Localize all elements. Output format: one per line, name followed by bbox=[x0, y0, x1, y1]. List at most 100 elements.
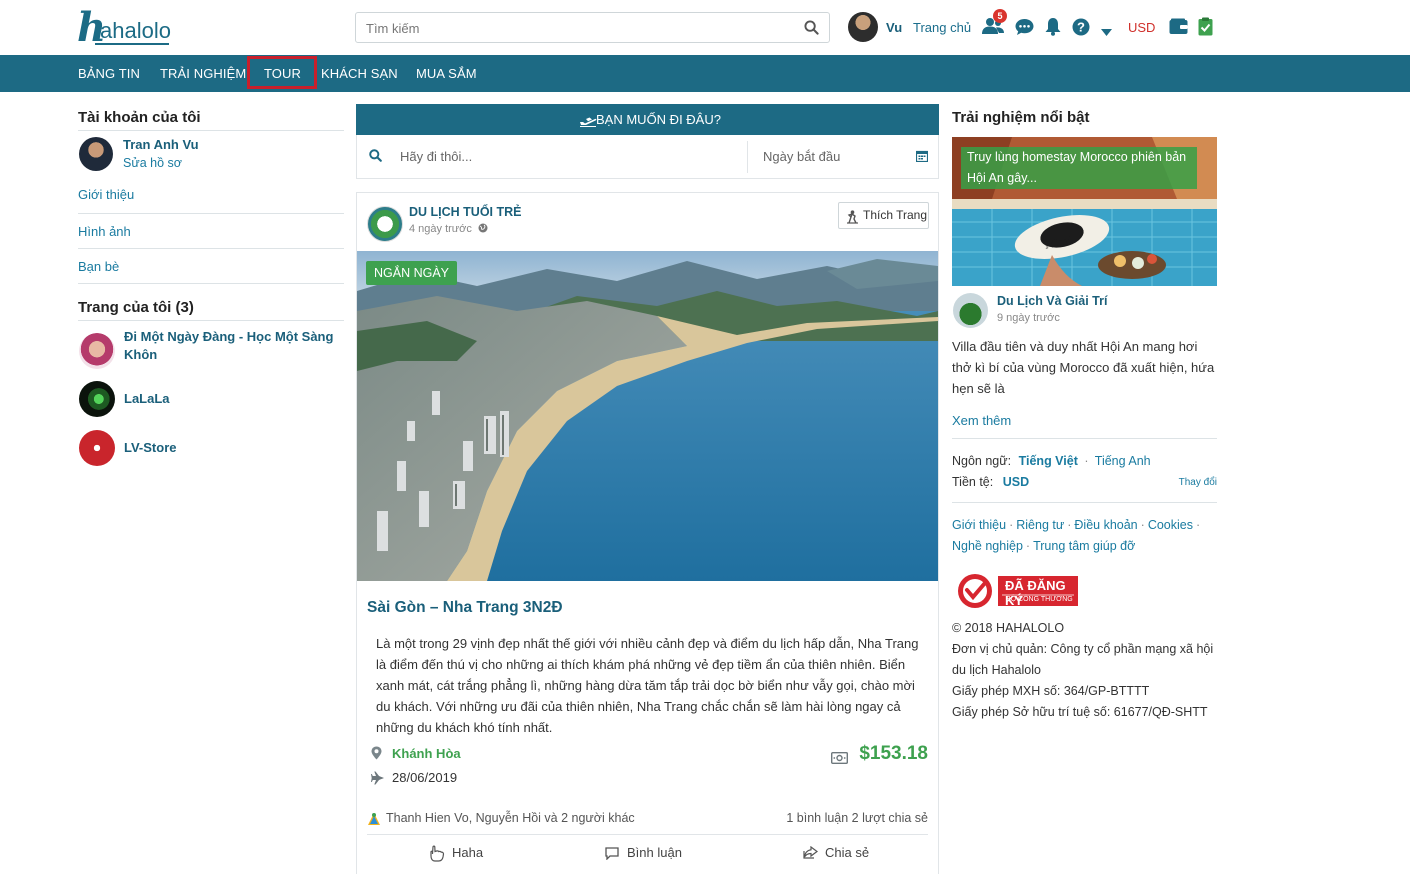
haha-button[interactable]: Haha bbox=[430, 845, 483, 862]
destination-input[interactable]: Hãy đi thôi... bbox=[400, 149, 472, 164]
post-author-avatar[interactable] bbox=[367, 206, 403, 242]
currency-selector[interactable]: USD bbox=[1128, 20, 1155, 35]
notification-bell-icon[interactable] bbox=[1045, 17, 1061, 39]
tour-title[interactable]: Sài Gòn – Nha Trang 3N2Đ bbox=[367, 599, 563, 617]
nav-mua-sam[interactable]: MUA SẮM bbox=[416, 66, 477, 81]
destination-header: BẠN MUỐN ĐI ĐÂU? bbox=[356, 104, 939, 135]
registered-badge[interactable]: ĐÃ ĐĂNG KÝ BỘ CÔNG THƯƠNG bbox=[956, 573, 1080, 609]
page-name[interactable]: LaLaLa bbox=[124, 390, 170, 408]
page-item[interactable]: LV-Store bbox=[78, 424, 344, 473]
edit-profile-link[interactable]: Sửa hồ sơ bbox=[123, 156, 182, 170]
my-pages-title: Trang của tôi (3) bbox=[78, 299, 194, 316]
search-icon[interactable] bbox=[369, 149, 382, 165]
page-avatar[interactable] bbox=[79, 333, 115, 369]
main-nav: BẢNG TIN TRẢI NGHIỆM TOUR KHÁCH SẠN MUA … bbox=[0, 55, 1410, 92]
share-button[interactable]: Chia sẻ bbox=[803, 845, 869, 860]
nav-tour[interactable]: TOUR bbox=[264, 66, 301, 81]
tour-post-card: DU LỊCH TUỔI TRẺ 4 ngày trước Thích Tran… bbox=[356, 192, 939, 874]
home-link[interactable]: Trang chủ bbox=[913, 20, 971, 35]
sidebar-item-hinh-anh[interactable]: Hình ảnh bbox=[78, 214, 344, 249]
search-input[interactable] bbox=[366, 19, 796, 37]
registered-subtext: BỘ CÔNG THƯƠNG bbox=[1006, 596, 1073, 603]
start-date-input[interactable]: Ngày bắt đầu bbox=[763, 149, 840, 164]
tour-cover-image[interactable]: NGẮN NGÀY bbox=[357, 251, 938, 581]
friend-request-badge: 5 bbox=[993, 9, 1007, 23]
profile-name[interactable]: Tran Anh Vu bbox=[123, 137, 199, 152]
tour-location: Khánh Hòa bbox=[371, 746, 461, 761]
left-sidebar: Tài khoản của tôi Tran Anh Vu Sửa hồ sơ … bbox=[78, 104, 344, 473]
nav-trai-nghiem[interactable]: TRẢI NGHIỆM bbox=[160, 66, 246, 81]
search-box bbox=[355, 12, 830, 43]
tour-duration-tag: NGẮN NGÀY bbox=[366, 261, 458, 285]
featured-experience-image[interactable]: Mimi Truy lùng homestay Morocco phiên bả… bbox=[952, 137, 1217, 286]
nav-bang-tin[interactable]: BẢNG TIN bbox=[78, 66, 140, 81]
page-name[interactable]: Đi Một Ngày Đàng - Học Một Sàng bbox=[124, 328, 333, 346]
plane-icon bbox=[371, 771, 385, 788]
destination-header-text: BẠN MUỐN ĐI ĐÂU? bbox=[596, 112, 721, 127]
featured-author-avatar[interactable] bbox=[953, 293, 988, 328]
featured-caption[interactable]: Truy lùng homestay Morocco phiên bản Hội… bbox=[961, 147, 1197, 189]
reactions-summary[interactable]: Thanh Hien Vo, Nguyễn Hồi và 2 người khá… bbox=[367, 811, 635, 825]
footer-link-nghe-nghiep[interactable]: Nghề nghiệp bbox=[952, 539, 1023, 553]
right-sidebar: Trải nghiệm nổi bật Mimi Truy lùng homes… bbox=[952, 104, 1217, 719]
chevron-down-icon[interactable] bbox=[1101, 24, 1112, 39]
help-icon[interactable]: ? bbox=[1072, 18, 1090, 39]
comment-button[interactable]: Bình luận bbox=[605, 845, 682, 861]
footer-link-gioi-thieu[interactable]: Giới thiệu bbox=[952, 518, 1006, 532]
ip-license: Giấy phép Sở hữu trí tuệ số: 61677/QĐ-SH… bbox=[952, 705, 1208, 719]
footer-link-dieu-khoan[interactable]: Điều khoản bbox=[1074, 518, 1137, 532]
like-page-icon bbox=[846, 208, 859, 233]
post-author[interactable]: DU LỊCH TUỔI TRẺ bbox=[409, 205, 522, 219]
nha-trang-bay-photo bbox=[357, 251, 938, 581]
globe-icon bbox=[478, 223, 488, 233]
money-icon bbox=[831, 748, 849, 770]
map-pin-icon bbox=[371, 746, 382, 763]
sidebar-item-ban-be[interactable]: Bạn bè bbox=[78, 249, 344, 284]
top-bar: h ahalolo Vu Trang chủ 5 ? USD bbox=[0, 0, 1410, 55]
page-avatar[interactable] bbox=[79, 381, 115, 417]
like-page-button[interactable]: Thích Trang bbox=[838, 202, 929, 229]
featured-title: Trải nghiệm nổi bật bbox=[952, 109, 1090, 126]
share-icon bbox=[803, 845, 818, 862]
language-vietnamese[interactable]: Tiếng Việt bbox=[1019, 454, 1078, 468]
search-icon[interactable] bbox=[804, 20, 819, 38]
message-icon[interactable] bbox=[1015, 18, 1034, 39]
wallet-icon[interactable] bbox=[1169, 18, 1188, 38]
calendar-icon[interactable] bbox=[915, 150, 929, 165]
currency-row: Tiền tệ: USD bbox=[952, 475, 1030, 489]
hahalolo-logo[interactable]: h ahalolo bbox=[77, 4, 172, 51]
footer-link-cookies[interactable]: Cookies bbox=[1148, 518, 1193, 532]
featured-excerpt: Villa đầu tiên và duy nhất Hội An mang h… bbox=[952, 339, 1215, 396]
user-name[interactable]: Vu bbox=[886, 20, 902, 35]
haha-reaction-icon bbox=[367, 812, 381, 829]
page-avatar[interactable] bbox=[79, 430, 115, 466]
center-column: BẠN MUỐN ĐI ĐÂU? Hãy đi thôi... Ngày bắt… bbox=[356, 104, 939, 874]
plane-takeoff-icon bbox=[580, 117, 597, 127]
see-more-link[interactable]: Xem thêm bbox=[952, 413, 1011, 428]
footer-link-trung-tam[interactable]: Trung tâm giúp đỡ bbox=[1033, 539, 1135, 553]
user-avatar[interactable] bbox=[848, 12, 878, 42]
haha-hand-icon bbox=[430, 845, 445, 865]
profile-card[interactable]: Tran Anh Vu Sửa hồ sơ bbox=[78, 131, 344, 181]
clipboard-check-icon[interactable] bbox=[1198, 17, 1213, 39]
tour-date: 28/06/2019 bbox=[371, 770, 457, 785]
post-stats[interactable]: 1 bình luận 2 lượt chia sẻ bbox=[786, 811, 928, 825]
footer-links: Giới thiệu · Riêng tư · Điều khoản · Cookies · … bbox=[952, 518, 1201, 553]
nav-khach-san[interactable]: KHÁCH SẠN bbox=[321, 66, 398, 81]
page-name-cont[interactable]: Khôn bbox=[124, 346, 157, 364]
post-time: 4 ngày trước bbox=[409, 223, 488, 235]
currency-value[interactable]: USD bbox=[1003, 475, 1029, 489]
change-settings-link[interactable]: Thay đổi bbox=[1179, 477, 1217, 488]
avatar[interactable] bbox=[79, 137, 113, 171]
sidebar-item-gioi-thieu[interactable]: Giới thiệu bbox=[78, 181, 344, 214]
tour-description: Là một trong 29 vịnh đẹp nhất thế giới v… bbox=[376, 636, 919, 735]
footer-link-rieng-tu[interactable]: Riêng tư bbox=[1016, 518, 1064, 532]
svg-text:?: ? bbox=[1077, 20, 1085, 35]
page-item[interactable]: Đi Một Ngày Đàng - Học Một Sàng Khôn bbox=[78, 325, 344, 375]
language-english[interactable]: Tiếng Anh bbox=[1095, 454, 1151, 468]
page-item[interactable]: LaLaLa bbox=[78, 375, 344, 424]
featured-author[interactable]: Du Lịch Và Giải Trí bbox=[997, 294, 1107, 308]
destination-search: Hãy đi thôi... Ngày bắt đầu bbox=[356, 135, 939, 179]
page-name[interactable]: LV-Store bbox=[124, 439, 177, 457]
social-license: Giấy phép MXH số: 364/GP-BTTTT bbox=[952, 684, 1150, 698]
